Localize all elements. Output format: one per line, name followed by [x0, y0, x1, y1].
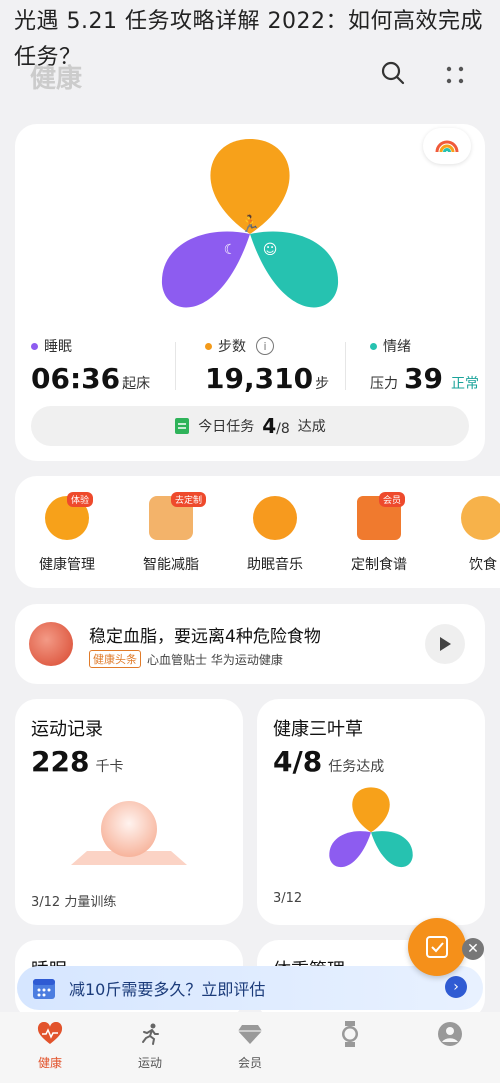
calendar-icon: [33, 979, 55, 999]
mood-prefix: 压力: [370, 376, 398, 392]
exercise-value: 228: [31, 745, 90, 778]
floating-task-button[interactable]: [408, 918, 466, 976]
service-label: 定制食谱: [351, 557, 407, 573]
clover-chart[interactable]: 🏃 ☾ ☺: [150, 134, 350, 324]
clover-card-value: 4/8: [273, 745, 323, 778]
profile-icon: [436, 1020, 464, 1048]
article-tag: 健康头条: [89, 650, 141, 668]
mood-status: 正常: [450, 376, 479, 392]
close-icon[interactable]: ✕: [462, 938, 484, 960]
fat-loss-icon: 去定制: [149, 492, 207, 540]
recipe-icon: 会员: [357, 492, 406, 540]
mood-stat[interactable]: 情绪 压力 39 正常: [370, 336, 479, 395]
promo-text: 减10斤需要多久？立即评估: [69, 980, 266, 999]
play-button[interactable]: [425, 624, 465, 664]
daily-task-pill[interactable]: 今日任务 4/8 达成: [31, 406, 469, 446]
runner-icon: [136, 1020, 164, 1048]
service-badge: 去定制: [171, 492, 207, 507]
heart-icon: [36, 1020, 64, 1048]
service-diet[interactable]: 饮食: [438, 496, 500, 574]
exercise-card[interactable]: 运动记录 228 千卡 3/12 力量训练: [15, 699, 243, 925]
tab-label: 会员: [237, 1056, 262, 1070]
service-health-management[interactable]: 体验 健康管理: [22, 492, 112, 574]
service-badge: 会员: [379, 492, 406, 507]
tab-exercise[interactable]: 运动: [110, 1020, 190, 1071]
exercise-footer: 3/12 力量训练: [31, 895, 117, 910]
service-badge: 体验: [67, 492, 94, 507]
smile-icon: ☺: [263, 242, 278, 258]
clover-card-footer: 3/12: [273, 891, 303, 906]
overlay-caption: 光遇 5.21 任务攻略详解 2022：如何高效完成任务？: [14, 9, 483, 70]
health-management-icon: 体验: [45, 492, 94, 540]
article-title: 稳定血脂，要远离4种危险食物: [89, 627, 321, 647]
rainbow-button[interactable]: [423, 128, 471, 164]
steps-dot: [205, 342, 212, 350]
steps-unit: 步: [315, 376, 330, 392]
clover-card-title: 健康三叶草: [273, 719, 363, 740]
play-icon: [440, 637, 451, 651]
mood-dot: [370, 342, 377, 350]
tab-devices[interactable]: [310, 1020, 390, 1054]
divider: [175, 342, 176, 390]
steps-stat[interactable]: 步数 i 19,310 步: [205, 336, 329, 395]
sleep-stat[interactable]: 睡眠 06:36 起床: [31, 336, 150, 395]
service-label: 健康管理: [39, 557, 95, 573]
sleep-value: 06:36: [31, 362, 121, 395]
chevron-right-icon[interactable]: ›: [445, 976, 467, 998]
task-suffix: 达成: [297, 419, 326, 435]
service-label: 饮食: [469, 557, 497, 573]
diet-icon: [461, 496, 500, 540]
clover-leaf-sleep: [161, 231, 250, 308]
clover-summary-card[interactable]: 健康三叶草 4/8 任务达成 3/12: [257, 699, 485, 925]
steps-value: 19,310: [205, 362, 314, 395]
promo-banner[interactable]: 减10斤需要多久？立即评估 ›: [17, 966, 483, 1010]
exercise-unit: 千卡: [95, 759, 124, 775]
sleep-dot: [31, 342, 38, 350]
article-thumbnail: [29, 622, 73, 666]
sleep-music-icon: [253, 496, 297, 540]
exercise-title: 运动记录: [31, 719, 103, 740]
service-fat-loss[interactable]: 去定制 智能减脂: [126, 492, 216, 574]
rainbow-icon: [435, 140, 459, 153]
article-source: 心血管贴士 华为运动健康: [147, 652, 283, 667]
calorie-ring-illustration: [71, 801, 187, 865]
task-label: 今日任务: [198, 419, 255, 435]
tab-label: 运动: [137, 1056, 162, 1070]
watch-icon: [336, 1020, 364, 1048]
diamond-icon: [236, 1020, 264, 1048]
service-sleep-music[interactable]: 助眠音乐: [230, 496, 320, 574]
task-done: 4: [262, 414, 277, 438]
tab-label: 健康: [37, 1056, 62, 1070]
divider: [345, 342, 346, 390]
checklist-icon: [426, 936, 448, 958]
bottom-tab-bar: 健康 运动 会员: [0, 1012, 500, 1083]
mood-label: 情绪: [383, 339, 411, 355]
article-card[interactable]: 稳定血脂，要远离4种危险食物 健康头条 心血管贴士 华为运动健康: [15, 604, 485, 684]
tab-membership[interactable]: 会员: [210, 1020, 290, 1071]
tab-profile[interactable]: [410, 1020, 490, 1054]
moon-icon: ☾: [224, 242, 237, 258]
tab-health[interactable]: 健康: [10, 1020, 90, 1071]
services-card: 体验 健康管理 去定制 智能减脂 助眠音乐 会员 定制食谱 饮食: [15, 476, 500, 588]
health-clover-card[interactable]: 🏃 ☾ ☺ 睡眠 06:36 起床 步数 i 19,310 步 情绪 压力 39 正常 今…: [15, 124, 485, 461]
service-recipe[interactable]: 会员 定制食谱: [334, 492, 424, 574]
clover-card-unit: 任务达成: [328, 759, 385, 775]
runner-icon: 🏃: [240, 214, 260, 233]
task-total: /8: [276, 421, 290, 437]
info-icon[interactable]: i: [256, 337, 274, 355]
steps-label: 步数: [218, 339, 246, 355]
service-label: 助眠音乐: [247, 557, 303, 573]
mini-clover: [329, 787, 413, 868]
task-doc-icon: [175, 418, 190, 434]
sleep-unit: 起床: [122, 376, 151, 392]
sleep-label: 睡眠: [44, 339, 72, 355]
mood-value: 39: [404, 362, 443, 395]
service-label: 智能减脂: [143, 557, 199, 573]
